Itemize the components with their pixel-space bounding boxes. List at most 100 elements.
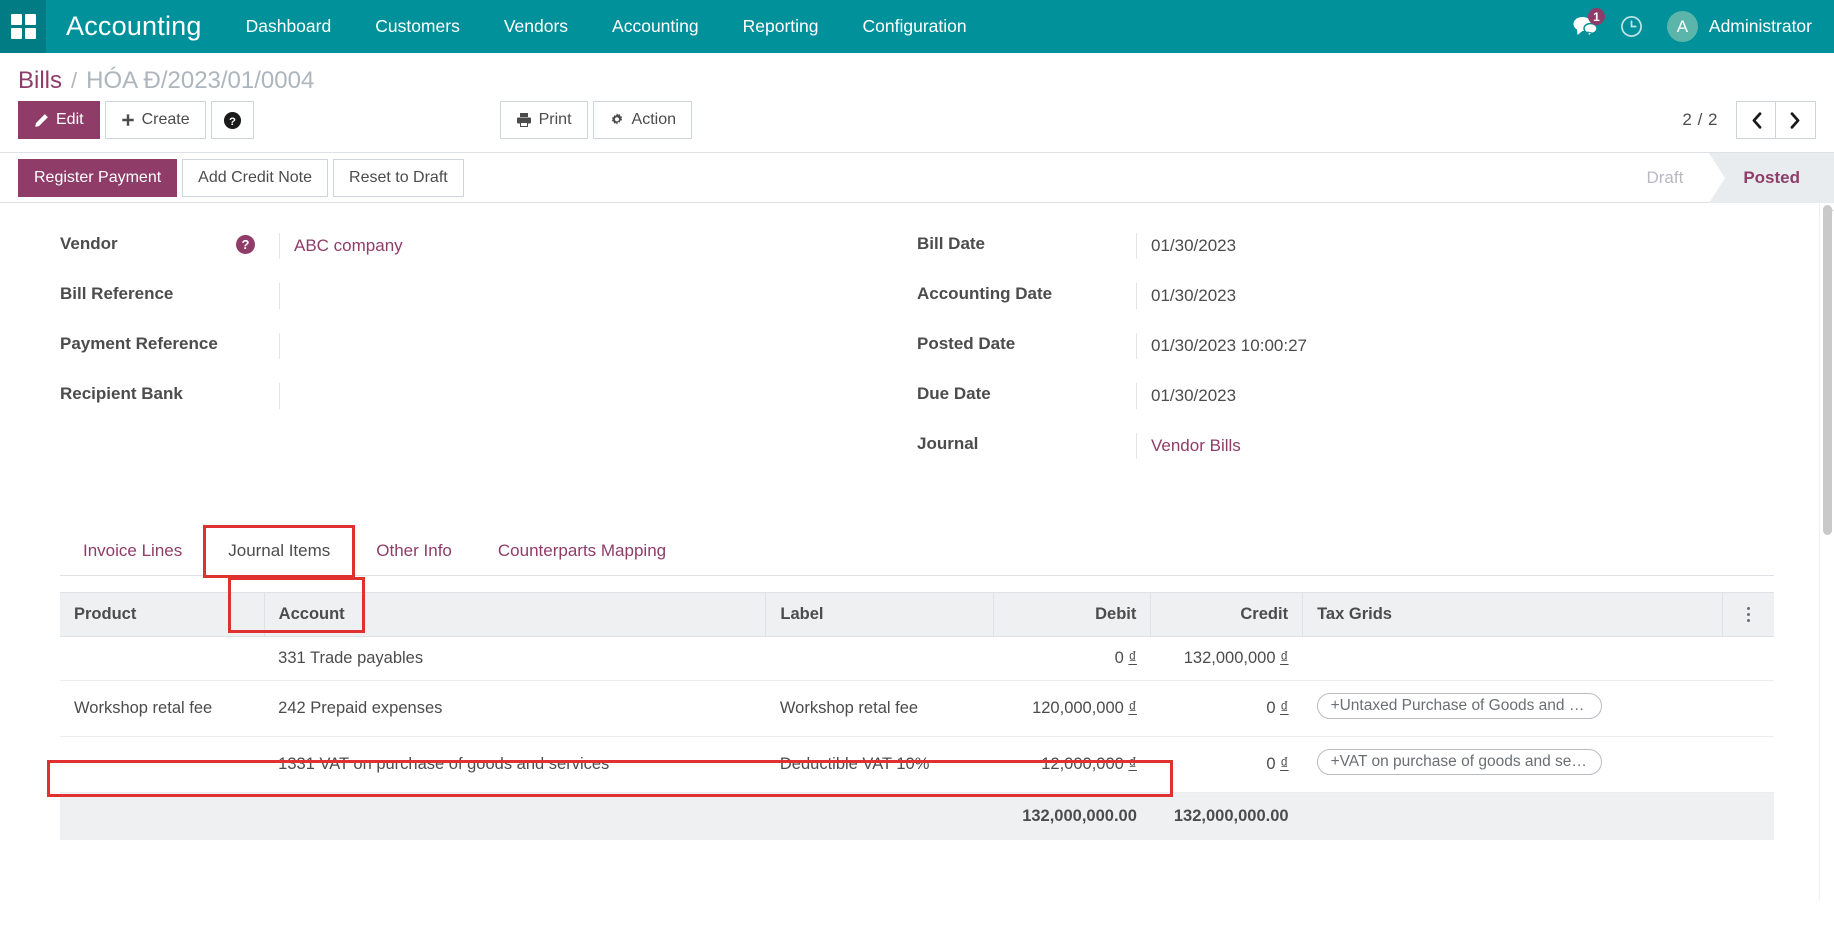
print-button-label: Print — [539, 111, 572, 129]
cell-account[interactable]: 242 Prepaid expenses — [264, 681, 766, 737]
apps-menu-toggle[interactable] — [0, 0, 46, 53]
totals-debit: 132,000,000.00 — [993, 793, 1151, 841]
menu-item-reporting[interactable]: Reporting — [721, 0, 841, 53]
field-due-date-value[interactable]: 01/30/2023 — [1136, 383, 1774, 409]
notebook: Invoice Lines Journal Items Other Info C… — [60, 527, 1774, 840]
add-credit-note-button[interactable]: Add Credit Note — [182, 159, 328, 197]
vertical-scrollbar[interactable] — [1819, 203, 1834, 900]
question-circle-icon[interactable]: ? — [236, 235, 255, 254]
action-button[interactable]: Action — [593, 101, 692, 139]
cell-credit[interactable]: 0 ₫ — [1151, 737, 1303, 793]
pager-next-button[interactable] — [1776, 101, 1816, 139]
totals-credit: 132,000,000.00 — [1151, 793, 1303, 841]
create-button[interactable]: Create — [105, 101, 206, 139]
menu-item-dashboard[interactable]: Dashboard — [224, 0, 354, 53]
cell-account[interactable]: 1331 VAT on purchase of goods and servic… — [264, 737, 766, 793]
register-payment-button[interactable]: Register Payment — [18, 159, 177, 197]
field-bill-reference: Bill Reference — [60, 283, 917, 311]
field-posted-date-label: Posted Date — [917, 333, 1136, 354]
table-row[interactable]: 1331 VAT on purchase of goods and servic… — [60, 737, 1774, 793]
scrollbar-thumb[interactable] — [1823, 205, 1832, 535]
pager-value: 2 / 2 — [1682, 110, 1718, 130]
reset-to-draft-button[interactable]: Reset to Draft — [333, 159, 464, 197]
menu-item-vendors[interactable]: Vendors — [482, 0, 590, 53]
help-button[interactable]: ? — [211, 101, 254, 139]
field-posted-date: Posted Date 01/30/2023 10:00:27 — [917, 333, 1774, 361]
field-bill-date-value[interactable]: 01/30/2023 — [1136, 233, 1774, 259]
cell-spacer — [1723, 681, 1774, 737]
field-due-date: Due Date 01/30/2023 — [917, 383, 1774, 411]
tab-journal-items[interactable]: Journal Items — [205, 527, 353, 576]
table-row[interactable]: Workshop retal fee 242 Prepaid expenses … — [60, 681, 1774, 737]
totals-spacer-label — [766, 793, 994, 841]
cell-label[interactable]: Deductible VAT 10% — [766, 737, 994, 793]
messages-button[interactable]: 1 — [1563, 0, 1609, 53]
form-sheet-container: Vendor ? ABC company Bill Reference Paym… — [0, 203, 1834, 900]
cell-product[interactable]: Workshop retal fee — [60, 681, 264, 737]
optional-columns-toggle[interactable] — [1723, 593, 1774, 637]
field-journal-label: Journal — [917, 433, 1136, 454]
pager-previous-button[interactable] — [1736, 101, 1776, 139]
edit-button[interactable]: Edit — [18, 101, 100, 139]
tab-counterparts-mapping[interactable]: Counterparts Mapping — [475, 527, 689, 576]
breadcrumb-separator: / — [71, 68, 77, 94]
column-header-account[interactable]: Account — [264, 593, 766, 637]
stage-draft[interactable]: Draft — [1612, 153, 1709, 203]
cell-tax-grids[interactable] — [1303, 637, 1723, 681]
column-header-label[interactable]: Label — [766, 593, 994, 637]
column-header-tax-grids[interactable]: Tax Grids — [1303, 593, 1723, 637]
breadcrumb-root-bills[interactable]: Bills — [18, 67, 62, 95]
table-body: 331 Trade payables 0 ₫ 132,000,000 ₫ Wor… — [60, 637, 1774, 793]
tax-grid-tag[interactable]: +Untaxed Purchase of Goods and S… — [1317, 693, 1602, 719]
field-accounting-date-value[interactable]: 01/30/2023 — [1136, 283, 1774, 309]
tab-other-info[interactable]: Other Info — [353, 527, 475, 576]
user-menu[interactable]: A Administrator — [1655, 0, 1812, 53]
cell-product[interactable] — [60, 737, 264, 793]
cell-credit[interactable]: 132,000,000 ₫ — [1151, 637, 1303, 681]
chevron-left-icon — [1750, 112, 1763, 129]
cell-debit[interactable]: 120,000,000 ₫ — [993, 681, 1151, 737]
notebook-tabs: Invoice Lines Journal Items Other Info C… — [60, 527, 1774, 576]
cell-credit[interactable]: 0 ₫ — [1151, 681, 1303, 737]
field-recipient-bank-value[interactable] — [279, 383, 917, 409]
gear-icon — [609, 112, 625, 128]
table-row[interactable]: 331 Trade payables 0 ₫ 132,000,000 ₫ — [60, 637, 1774, 681]
cell-tax-grids[interactable]: +Untaxed Purchase of Goods and S… — [1303, 681, 1723, 737]
tab-invoice-lines[interactable]: Invoice Lines — [60, 527, 205, 576]
field-journal-value[interactable]: Vendor Bills — [1136, 433, 1774, 459]
menu-item-accounting[interactable]: Accounting — [590, 0, 721, 53]
cell-account[interactable]: 331 Trade payables — [264, 637, 766, 681]
navbar-right-cluster: 1 A Administrator — [1563, 0, 1834, 53]
form-column-right: Bill Date 01/30/2023 Accounting Date 01/… — [917, 233, 1774, 483]
totals-spacer-account — [264, 793, 766, 841]
menu-item-configuration[interactable]: Configuration — [841, 0, 989, 53]
field-recipient-bank-label: Recipient Bank — [60, 383, 279, 404]
field-bill-reference-value[interactable] — [279, 283, 917, 309]
breadcrumb-current-record: HÓA Đ/2023/01/0004 — [86, 67, 314, 95]
table-footer: 132,000,000.00 132,000,000.00 — [60, 793, 1774, 841]
field-payment-reference-value[interactable] — [279, 333, 917, 359]
cell-label[interactable] — [766, 637, 994, 681]
create-button-label: Create — [142, 111, 190, 129]
user-name-label: Administrator — [1709, 16, 1812, 37]
app-brand-title[interactable]: Accounting — [46, 11, 224, 42]
column-header-credit[interactable]: Credit — [1151, 593, 1303, 637]
tax-grid-tag[interactable]: +VAT on purchase of goods and ser… — [1317, 749, 1602, 775]
totals-spacer-tax — [1303, 793, 1723, 841]
cell-tax-grids[interactable]: +VAT on purchase of goods and ser… — [1303, 737, 1723, 793]
menu-item-customers[interactable]: Customers — [353, 0, 482, 53]
print-button[interactable]: Print — [500, 101, 588, 139]
cell-debit[interactable]: 12,000,000 ₫ — [993, 737, 1151, 793]
cell-spacer — [1723, 737, 1774, 793]
plus-icon — [121, 113, 135, 127]
column-header-product[interactable]: Product — [60, 593, 264, 637]
field-vendor-value[interactable]: ABC company — [279, 233, 917, 259]
cell-product[interactable] — [60, 637, 264, 681]
printer-icon — [516, 112, 532, 128]
activities-button[interactable] — [1609, 0, 1655, 53]
cell-spacer — [1723, 637, 1774, 681]
column-header-debit[interactable]: Debit — [993, 593, 1151, 637]
cell-label[interactable]: Workshop retal fee — [766, 681, 994, 737]
stage-posted[interactable]: Posted — [1709, 153, 1834, 203]
cell-debit[interactable]: 0 ₫ — [993, 637, 1151, 681]
